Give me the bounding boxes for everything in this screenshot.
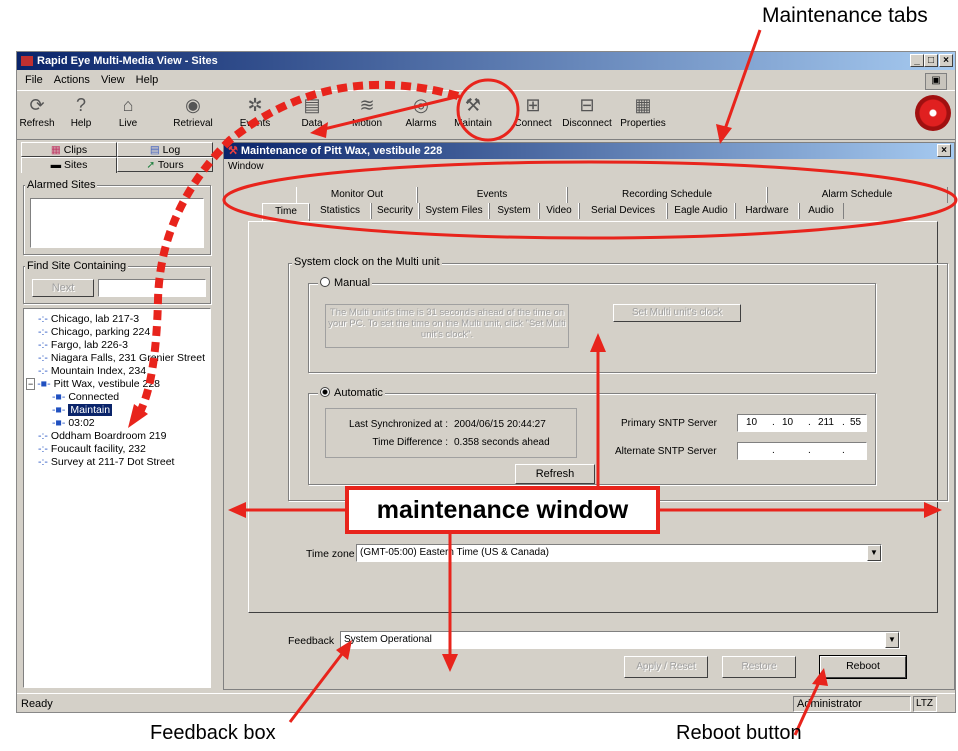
arrow-right-head — [924, 502, 942, 518]
arrow-feedback — [288, 649, 347, 723]
annotation-overlay — [128, 29, 958, 736]
annotation-maintenance-window: maintenance window — [345, 486, 660, 534]
dotted-arrow-path — [136, 80, 460, 414]
arrow-tabs-down — [722, 29, 762, 133]
maintain-highlight-circle — [456, 78, 520, 142]
arrow-down-head — [442, 654, 458, 672]
arrow-tabs-head — [716, 124, 732, 144]
tabs-highlight-ellipse — [222, 160, 958, 240]
annotation-feedback-box: Feedback box — [150, 722, 276, 744]
arrow-up-head — [590, 333, 606, 352]
annotation-reboot-button: Reboot button — [676, 722, 802, 744]
arrow-to-data — [319, 94, 461, 132]
arrow-left-head — [228, 502, 246, 518]
arrow-data-head — [310, 122, 328, 138]
arrow-reboot-head — [812, 668, 828, 686]
